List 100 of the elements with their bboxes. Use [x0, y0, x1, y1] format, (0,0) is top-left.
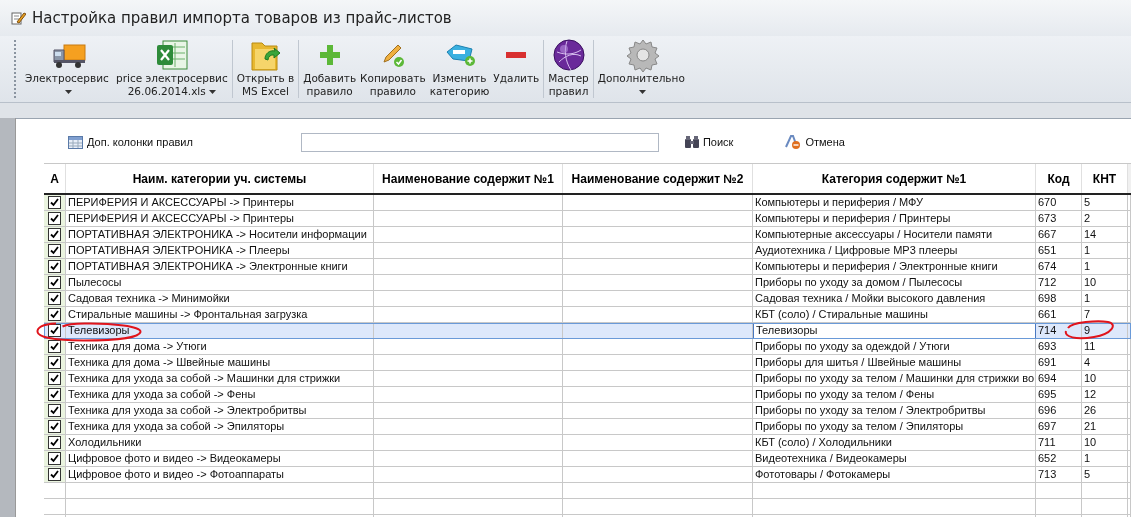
- table-cell: Компьютерные аксессуары / Носители памяти: [753, 227, 1036, 243]
- table-cell: Приборы по уходу за одеждой / Утюги: [753, 339, 1036, 355]
- table-cell: Приборы по уходу за домом / Пылесосы: [753, 275, 1036, 291]
- table-cell: ПЕРИФЕРИЯ И АКСЕССУАРЫ -> Принтеры: [66, 211, 374, 227]
- table-cell: 1: [1082, 451, 1128, 467]
- table-cell: 651: [1036, 243, 1082, 259]
- table-cell: 695: [1036, 387, 1082, 403]
- table-cell: 12: [1082, 387, 1128, 403]
- table-cell: 693: [1036, 339, 1082, 355]
- table-row[interactable]: Техника для дома -> Утюги Приборы по уходу за одеждой / Утюги 693 11: [44, 339, 1131, 355]
- table-cell: 694: [1036, 371, 1082, 387]
- table-cell: 696: [1036, 403, 1082, 419]
- table-cell: 10: [1082, 371, 1128, 387]
- table-cell: 714: [1036, 323, 1082, 339]
- table-cell: Цифровое фото и видео -> Видеокамеры: [66, 451, 374, 467]
- table-cell: Компьютеры и периферия / МФУ: [753, 195, 1036, 211]
- table-row[interactable]: Техника для ухода за собой -> Электробритвы Приборы по уходу за телом / Электробритвы 696 26: [44, 403, 1131, 419]
- window-title: Настройка правил импорта товаров из прайс-листов: [32, 9, 452, 27]
- table-cell: 4: [1082, 355, 1128, 371]
- toolbar-button[interactable]: Дополнительно: [595, 36, 691, 102]
- table-cell: Техника для дома -> Утюги: [66, 339, 374, 355]
- table-row[interactable]: Пылесосы Приборы по уходу за домом / Пылесосы 712 10: [44, 275, 1131, 291]
- column-header[interactable]: Наим. категории уч. системы: [66, 164, 374, 193]
- toolbar-button[interactable]: Изменить категорию: [427, 36, 492, 102]
- column-header[interactable]: Код: [1036, 164, 1082, 193]
- table-cell: 10: [1082, 435, 1128, 451]
- table-cell: Приборы для шитья / Швейные машины: [753, 355, 1036, 371]
- table-cell: 11: [1082, 339, 1128, 355]
- toolbar-button[interactable]: Добавить правило: [301, 36, 359, 102]
- table-cell: 698: [1036, 291, 1082, 307]
- table-row[interactable]: ПЕРИФЕРИЯ И АКСЕССУАРЫ -> Принтеры Компьютеры и периферия / МФУ 670 5: [44, 195, 1131, 211]
- table-cell: Приборы по уходу за телом / Машинки для стрижки во: [753, 371, 1036, 387]
- table-cell: Техника для ухода за собой -> Машинки для стрижки: [66, 371, 374, 387]
- table-cell: Компьютеры и периферия / Принтеры: [753, 211, 1036, 227]
- table-cell: 5: [1082, 195, 1128, 211]
- toolbar-button[interactable]: price электросервис 26.06.2014.xls: [114, 36, 230, 102]
- search-button[interactable]: Поиск: [684, 136, 734, 148]
- table-row[interactable]: Техника для ухода за собой -> Эпиляторы Приборы по уходу за телом / Эпиляторы 697 21: [44, 419, 1131, 435]
- table-cell: 711: [1036, 435, 1082, 451]
- cell-edit-field[interactable]: Телевизоры: [753, 323, 1036, 339]
- table-row[interactable]: ПОРТАТИВНАЯ ЭЛЕКТРОНИКА -> Электронные книги Компьютеры и периферия / Электронные книги 674 1: [44, 259, 1131, 275]
- table-cell: Садовая техника / Мойки высокого давления: [753, 291, 1036, 307]
- table-cell: 667: [1036, 227, 1082, 243]
- table-cell: Пылесосы: [66, 275, 374, 291]
- table-cell: Телевизоры: [66, 323, 374, 339]
- toolbar-button[interactable]: Мастер правил: [546, 36, 591, 102]
- table-cell: Видеотехника / Видеокамеры: [753, 451, 1036, 467]
- table-cell: Аудиотехника / Цифровые MP3 плееры: [753, 243, 1036, 259]
- table-cell: Фототовары / Фотокамеры: [753, 467, 1036, 483]
- table-cell: Приборы по уходу за телом / Фены: [753, 387, 1036, 403]
- table-cell: 26: [1082, 403, 1128, 419]
- table-cell: 2: [1082, 211, 1128, 227]
- toolbar-button[interactable]: Электросервис: [23, 36, 115, 102]
- table-row[interactable]: ПЕРИФЕРИЯ И АКСЕССУАРЫ -> Принтеры Компьютеры и периферия / Принтеры 673 2: [44, 211, 1131, 227]
- table-cell: 21: [1082, 419, 1128, 435]
- table-row[interactable]: ПОРТАТИВНАЯ ЭЛЕКТРОНИКА -> Плееры Аудиотехника / Цифровые MP3 плееры 651 1: [44, 243, 1131, 259]
- table-cell: 712: [1036, 275, 1082, 291]
- table-cell: Садовая техника -> Минимойки: [66, 291, 374, 307]
- table-row[interactable]: Цифровое фото и видео -> Видеокамеры Видеотехника / Видеокамеры 652 1: [44, 451, 1131, 467]
- table-cell: Приборы по уходу за телом / Эпиляторы: [753, 419, 1036, 435]
- toolbar-button[interactable]: Открыть в MS Excel: [234, 36, 297, 102]
- toolbar-button[interactable]: Удалить: [491, 36, 542, 102]
- table-cell: ПОРТАТИВНАЯ ЭЛЕКТРОНИКА -> Носители информации: [66, 227, 374, 243]
- table-cell: ПОРТАТИВНАЯ ЭЛЕКТРОНИКА -> Электронные книги: [66, 259, 374, 275]
- column-header[interactable]: Наименование содержит №2: [563, 164, 753, 193]
- table-row[interactable]: Техника для ухода за собой -> Машинки для стрижки Приборы по уходу за телом / Машинки для стрижки во 694 10: [44, 371, 1131, 387]
- cancel-button[interactable]: Отмена: [785, 135, 845, 149]
- table-cell: Компьютеры и периферия / Электронные книги: [753, 259, 1036, 275]
- table-cell: 674: [1036, 259, 1082, 275]
- table-cell: ПОРТАТИВНАЯ ЭЛЕКТРОНИКА -> Плееры: [66, 243, 374, 259]
- table-cell: 1: [1082, 259, 1128, 275]
- column-header[interactable]: Наименование содержит №1: [374, 164, 563, 193]
- table-row[interactable]: Цифровое фото и видео -> Фотоаппараты Фототовары / Фотокамеры 713 5: [44, 467, 1131, 483]
- table-cell: Цифровое фото и видео -> Фотоаппараты: [66, 467, 374, 483]
- table-row[interactable]: Садовая техника -> Минимойки Садовая техника / Мойки высокого давления 698 1: [44, 291, 1131, 307]
- table-cell: 673: [1036, 211, 1082, 227]
- table-cell: Техника для ухода за собой -> Фены: [66, 387, 374, 403]
- column-header[interactable]: Категория содержит №1: [753, 164, 1036, 193]
- table-cell: Техника для ухода за собой -> Эпиляторы: [66, 419, 374, 435]
- table-cell: Техника для дома -> Швейные машины: [66, 355, 374, 371]
- table-row[interactable]: Телевизоры Телевизоры 714 9: [44, 323, 1131, 339]
- table-cell: 1: [1082, 291, 1128, 307]
- toolbar-button[interactable]: Копировать правило: [358, 36, 428, 102]
- table-cell: Техника для ухода за собой -> Электробритвы: [66, 403, 374, 419]
- table-cell: Холодильники: [66, 435, 374, 451]
- table-row[interactable]: Холодильники КБТ (соло) / Холодильники 711 10: [44, 435, 1131, 451]
- table-cell: 5: [1082, 467, 1128, 483]
- table-cell: КБТ (соло) / Холодильники: [753, 435, 1036, 451]
- table-cell: 652: [1036, 451, 1082, 467]
- table-cell: Приборы по уходу за телом / Электробритвы: [753, 403, 1036, 419]
- table-row[interactable]: ПОРТАТИВНАЯ ЭЛЕКТРОНИКА -> Носители информации Компьютерные аксессуары / Носители памяти 667 14: [44, 227, 1131, 243]
- table-cell: ПЕРИФЕРИЯ И АКСЕССУАРЫ -> Принтеры: [66, 195, 374, 211]
- table-cell: 691: [1036, 355, 1082, 371]
- table-row[interactable]: Техника для ухода за собой -> Фены Приборы по уходу за телом / Фены 695 12: [44, 387, 1131, 403]
- extra-columns-button[interactable]: Доп. колонки правил: [68, 135, 193, 149]
- table-cell: 670: [1036, 195, 1082, 211]
- column-header[interactable]: А: [44, 164, 66, 193]
- table-cell: 9: [1082, 323, 1128, 339]
- table-row[interactable]: Техника для дома -> Швейные машины Приборы для шитья / Швейные машины 691 4: [44, 355, 1131, 371]
- table-cell: 14: [1082, 227, 1128, 243]
